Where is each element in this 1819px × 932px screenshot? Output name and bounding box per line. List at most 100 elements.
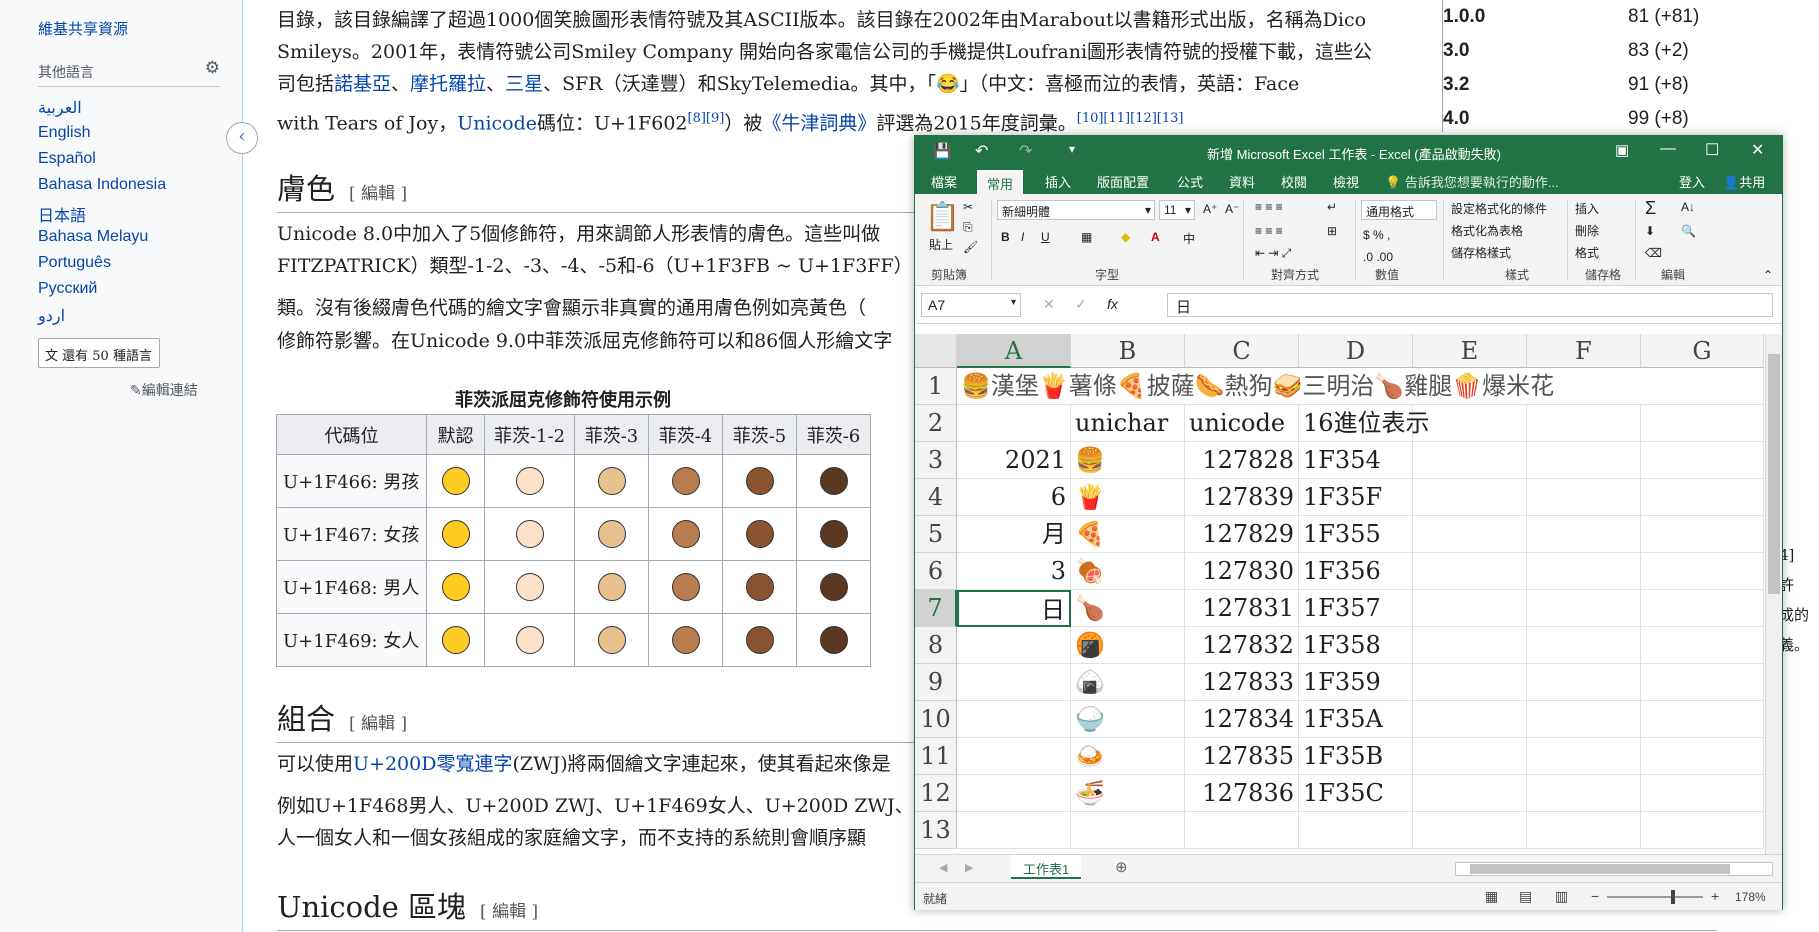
cell-A11[interactable] [957, 738, 1071, 775]
row-header[interactable]: 6 [915, 553, 957, 590]
cell-G9[interactable] [1641, 664, 1764, 701]
cell-D11[interactable]: 1F35B [1299, 738, 1413, 775]
cell-E10[interactable] [1413, 701, 1527, 738]
font-name-select[interactable]: 新細明體 ▾ [997, 200, 1155, 220]
cell-G3[interactable] [1641, 442, 1764, 479]
cell-C4[interactable]: 127839 [1185, 479, 1299, 516]
decrease-font-icon[interactable]: A⁻ [1225, 202, 1239, 216]
cut-icon[interactable]: ✂ [963, 200, 973, 214]
cell-B13[interactable] [1071, 812, 1185, 849]
cell-B9[interactable]: 🍙 [1071, 664, 1185, 701]
cell-F3[interactable] [1527, 442, 1641, 479]
clear-icon[interactable]: ⌫ [1645, 246, 1662, 260]
phonetic-icon[interactable]: 中 [1183, 230, 1195, 247]
cell-G8[interactable] [1641, 627, 1764, 664]
cell-A3[interactable]: 2021 [957, 442, 1071, 479]
cell-G11[interactable] [1641, 738, 1764, 775]
indent-icon[interactable]: ⇤ ⇥ ⤢ [1255, 246, 1291, 261]
cell-C11[interactable]: 127835 [1185, 738, 1299, 775]
collapse-sidebar-button[interactable]: ‹ [226, 122, 258, 154]
cell-E11[interactable] [1413, 738, 1527, 775]
cell-C3[interactable]: 127828 [1185, 442, 1299, 479]
minimize-icon[interactable]: — [1660, 140, 1676, 158]
cell-B6[interactable]: 🍖 [1071, 553, 1185, 590]
scroll-thumb[interactable] [1768, 354, 1780, 594]
more-languages-button[interactable]: 文 還有 50 種語言 [38, 338, 160, 368]
cell-G6[interactable] [1641, 553, 1764, 590]
maximize-icon[interactable]: ☐ [1705, 140, 1719, 160]
paste-icon[interactable]: 📋 [925, 200, 960, 233]
horizontal-scrollbar[interactable] [1455, 862, 1773, 876]
link-unicode[interactable]: Unicode [457, 112, 537, 134]
cell-B11[interactable]: 🍛 [1071, 738, 1185, 775]
lang-item-pt[interactable]: Português [38, 254, 111, 272]
reference-link[interactable]: [8][9] [688, 111, 725, 126]
link-samsung[interactable]: 三星 [505, 73, 543, 95]
lang-item-es[interactable]: Español [38, 150, 96, 168]
row-header[interactable]: 1 [915, 368, 957, 405]
cell-E3[interactable] [1413, 442, 1527, 479]
share-button[interactable]: 👤共用 [1723, 172, 1765, 191]
signin-link[interactable]: 登入 [1679, 172, 1705, 191]
cell-E4[interactable] [1413, 479, 1527, 516]
sheet-tab[interactable]: 工作表1 [1011, 855, 1082, 879]
cell-D2[interactable]: 16進位表示 [1299, 405, 1430, 442]
gear-icon[interactable]: ⚙ [205, 58, 220, 78]
align-left-icon[interactable]: ≡ ≡ ≡ [1255, 224, 1283, 238]
cell-B2[interactable]: unichar [1071, 405, 1185, 442]
tab-insert[interactable]: 插入 [1045, 172, 1071, 191]
zoom-in-icon[interactable]: + [1711, 888, 1719, 904]
cell-E8[interactable] [1413, 627, 1527, 664]
cell-C13[interactable] [1185, 812, 1299, 849]
lang-item-id[interactable]: Bahasa Indonesia [38, 176, 166, 194]
autosum-icon[interactable]: Σ [1645, 198, 1656, 219]
cell-B7[interactable]: 🍗 [1071, 590, 1185, 627]
row-header[interactable]: 13 [915, 812, 957, 849]
lang-item-en[interactable]: English [38, 124, 90, 142]
undo-icon[interactable]: ↶ [975, 141, 988, 161]
row-header[interactable]: 10 [915, 701, 957, 738]
row-header[interactable]: 3 [915, 442, 957, 479]
cell-B4[interactable]: 🍟 [1071, 479, 1185, 516]
cell-G5[interactable] [1641, 516, 1764, 553]
normal-view-icon[interactable]: ▦ [1485, 888, 1498, 905]
cell-C12[interactable]: 127836 [1185, 775, 1299, 812]
cancel-icon[interactable]: ✕ [1043, 296, 1055, 313]
cell-F12[interactable] [1527, 775, 1641, 812]
cell-C2[interactable]: unicode [1185, 405, 1299, 442]
fill-icon[interactable]: ⬇ [1645, 224, 1655, 238]
cell-G2[interactable] [1641, 405, 1764, 442]
lang-item-ar[interactable]: العربية [38, 98, 82, 118]
cell-D12[interactable]: 1F35C [1299, 775, 1413, 812]
tab-review[interactable]: 校閱 [1281, 172, 1307, 191]
cell-C5[interactable]: 127829 [1185, 516, 1299, 553]
zoom-handle[interactable] [1671, 890, 1675, 904]
column-header[interactable]: A [957, 334, 1071, 368]
row-header[interactable]: 2 [915, 405, 957, 442]
formula-input[interactable]: 日 [1167, 293, 1773, 317]
page-layout-icon[interactable]: ▤ [1519, 888, 1532, 905]
cell-styles-button[interactable]: 儲存格樣式 [1451, 244, 1511, 261]
decimal-icon[interactable]: .0 .00 [1363, 250, 1393, 264]
cell-F5[interactable] [1527, 516, 1641, 553]
tab-file[interactable]: 檔案 [931, 172, 957, 191]
cell-D10[interactable]: 1F35A [1299, 701, 1413, 738]
cell-G12[interactable] [1641, 775, 1764, 812]
cell-D3[interactable]: 1F354 [1299, 442, 1413, 479]
link-motorola[interactable]: 摩托羅拉 [410, 73, 486, 95]
cell-G13[interactable] [1641, 812, 1764, 849]
cell-C7[interactable]: 127831 [1185, 590, 1299, 627]
cell-F10[interactable] [1527, 701, 1641, 738]
cell-D5[interactable]: 1F355 [1299, 516, 1413, 553]
cell-F2[interactable] [1527, 405, 1641, 442]
wrap-text-icon[interactable]: ↵ [1327, 200, 1337, 214]
cell-F6[interactable] [1527, 553, 1641, 590]
border-icon[interactable]: ▦ [1081, 230, 1092, 244]
cell-A9[interactable] [957, 664, 1071, 701]
cell-C8[interactable]: 127832 [1185, 627, 1299, 664]
column-header[interactable]: B [1071, 334, 1185, 368]
copy-icon[interactable]: ⎘ [963, 220, 973, 235]
scroll-thumb[interactable] [1470, 864, 1730, 874]
cell-B3[interactable]: 🍔 [1071, 442, 1185, 479]
find-icon[interactable]: 🔍 [1681, 224, 1696, 238]
